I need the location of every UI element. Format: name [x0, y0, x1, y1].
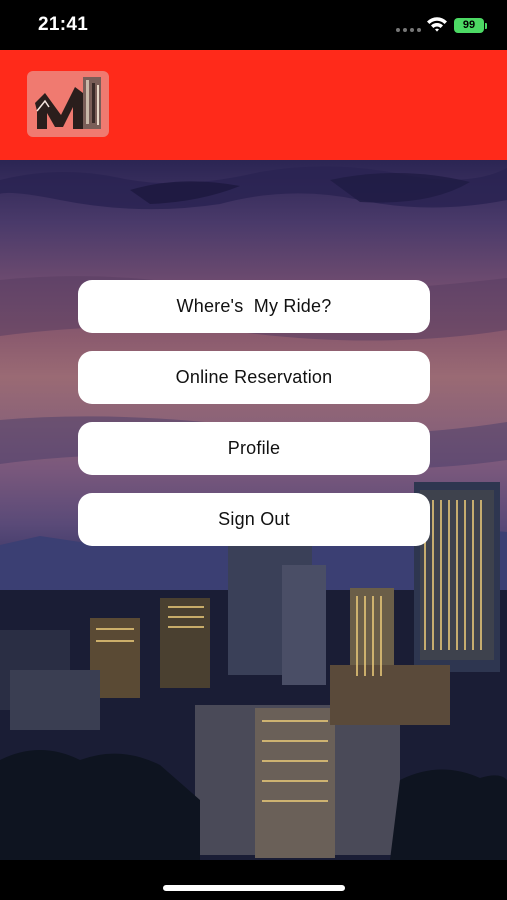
app-screen: 21:41 99 Where's My Ride? Online Reserva… — [0, 0, 507, 900]
home-indicator-area — [0, 860, 507, 900]
online-reservation-button[interactable]: Online Reservation — [78, 351, 430, 404]
battery-level: 99 — [462, 19, 476, 31]
m-building-logo-icon — [27, 71, 109, 137]
signal-icon — [396, 28, 422, 32]
battery-charging-icon: 99 — [454, 18, 488, 35]
status-bar: 21:41 99 — [0, 0, 507, 50]
status-time: 21:41 — [38, 14, 89, 35]
home-indicator[interactable] — [163, 885, 345, 891]
app-header — [0, 50, 507, 160]
sign-out-button[interactable]: Sign Out — [78, 493, 430, 546]
profile-button[interactable]: Profile — [78, 422, 430, 475]
wheres-my-ride-button[interactable]: Where's My Ride? — [78, 280, 430, 333]
wifi-icon — [426, 16, 448, 32]
